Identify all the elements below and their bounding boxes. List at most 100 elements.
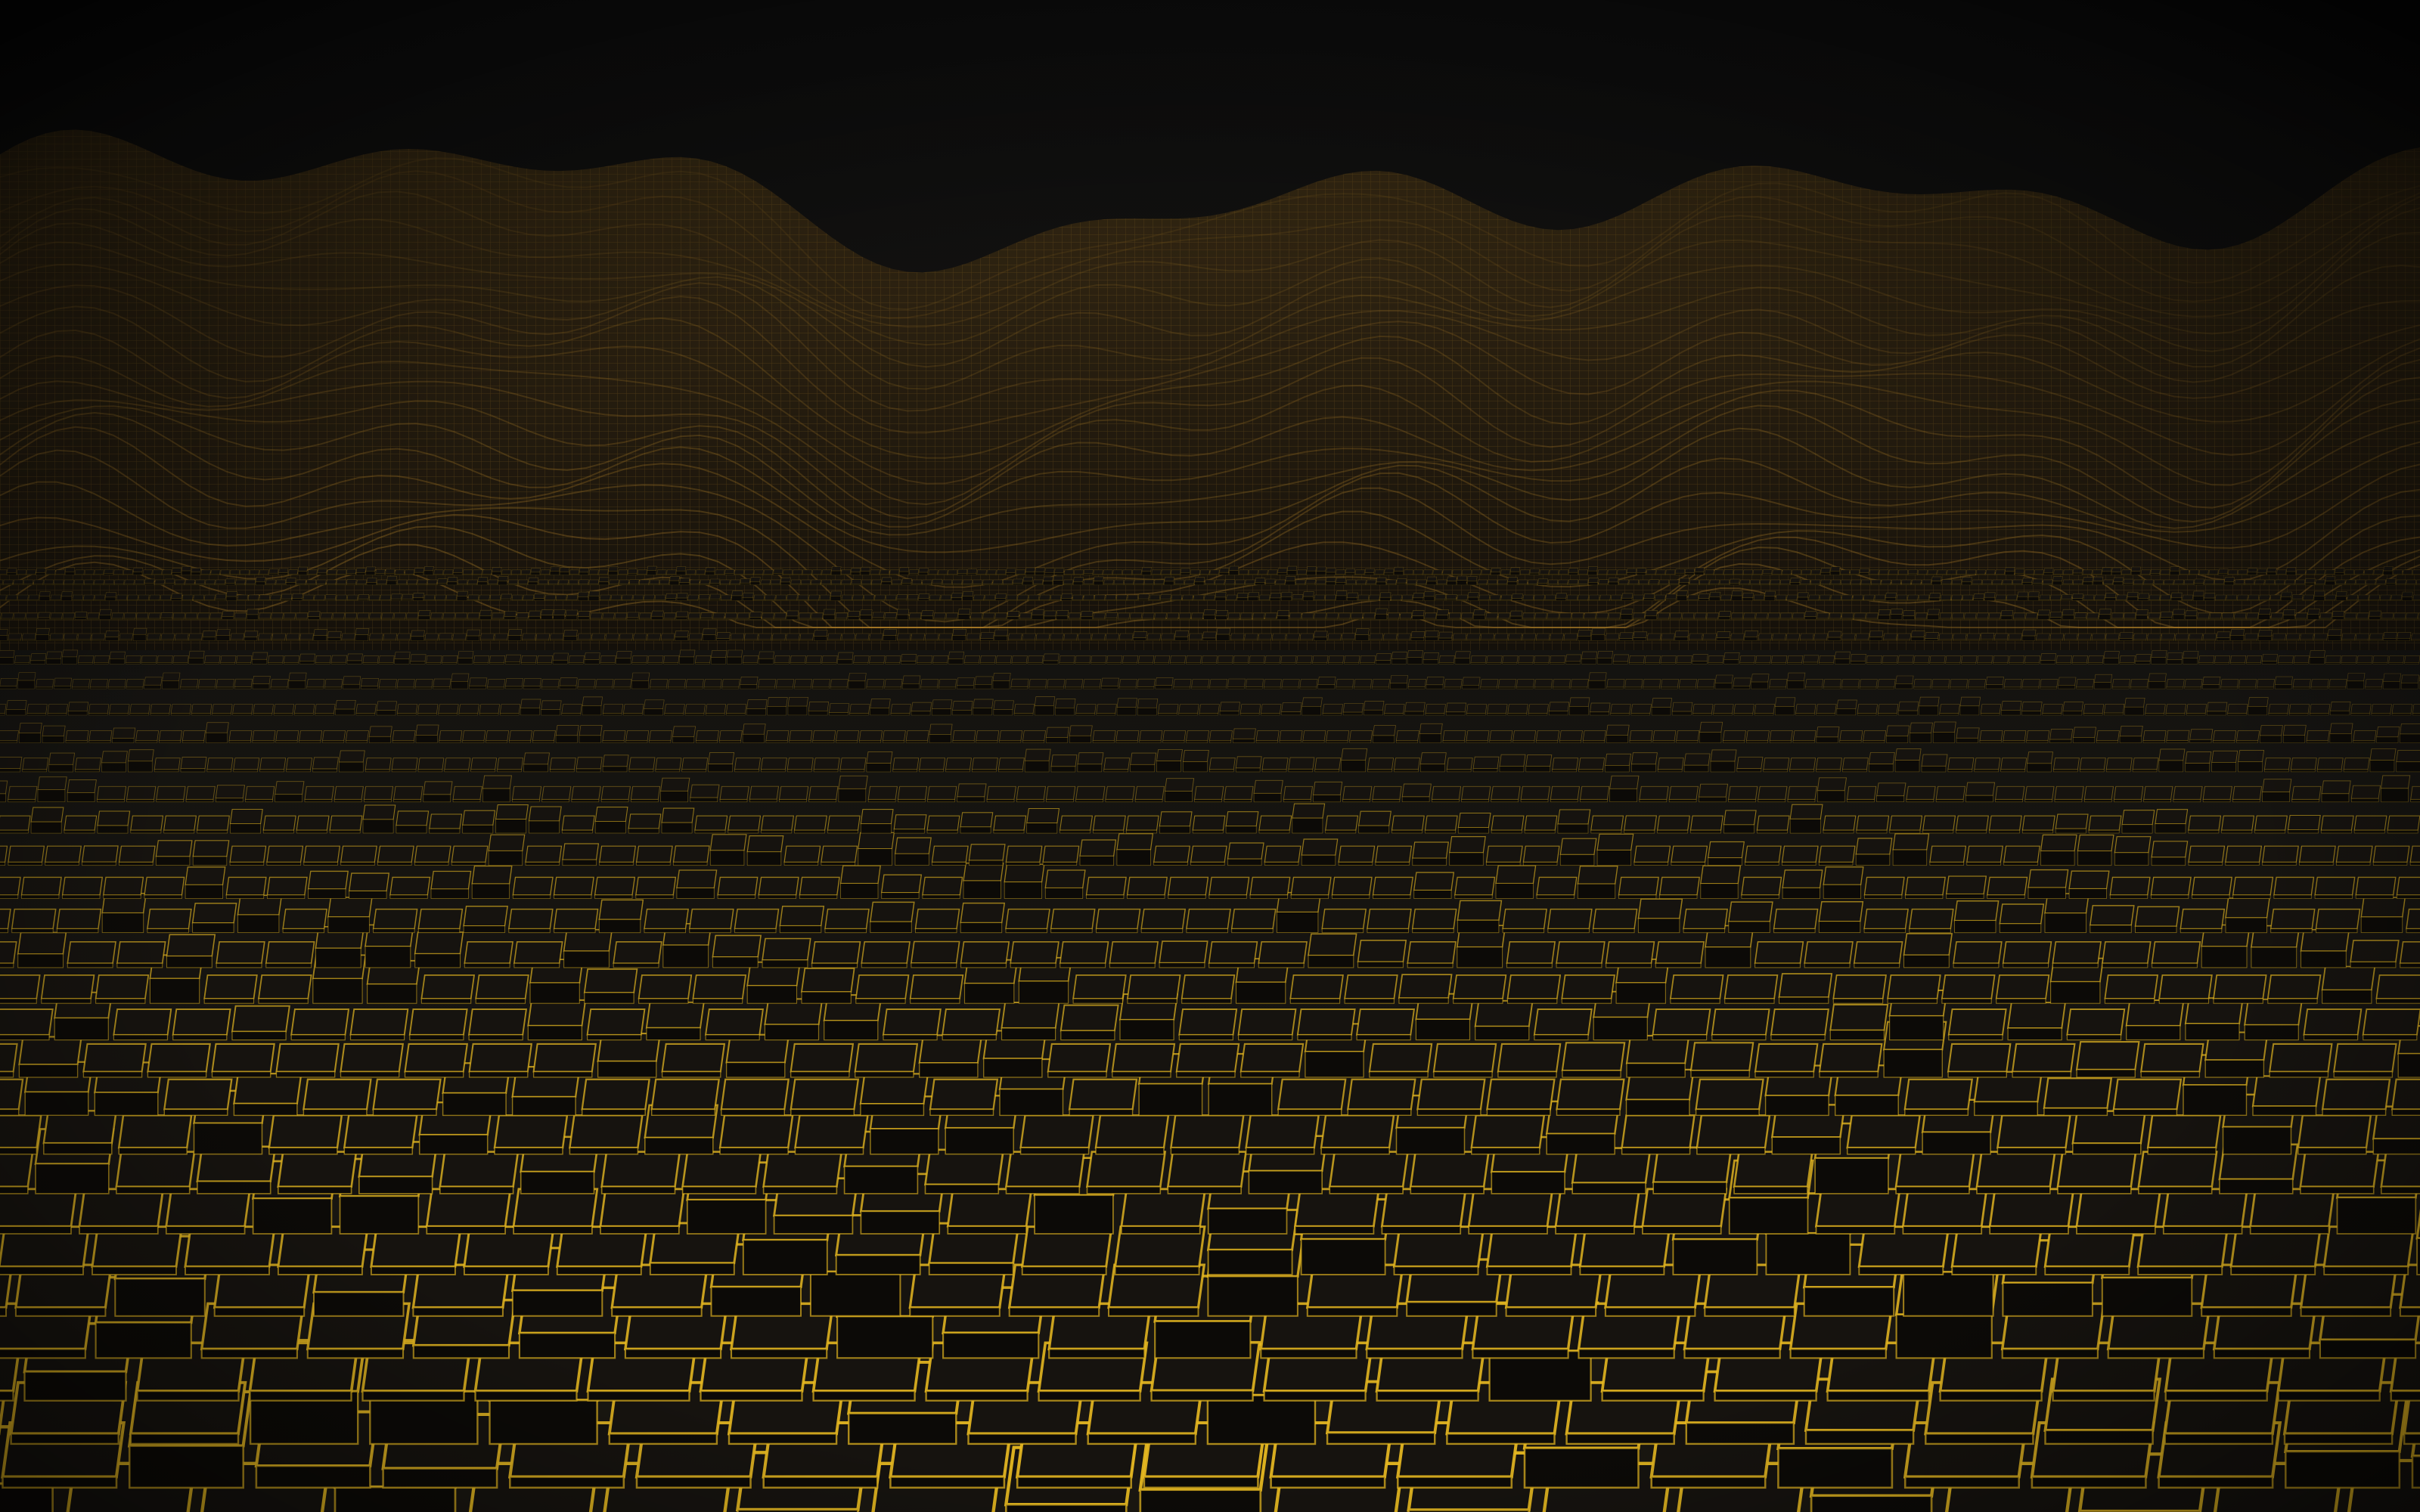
- cube-front: [1263, 686, 1281, 689]
- cube-top: [327, 631, 342, 638]
- cube-front: [650, 686, 667, 689]
- cube-top: [442, 612, 455, 619]
- cube-front: [2277, 662, 2293, 665]
- cube-front: [1105, 799, 1134, 803]
- cube-front: [1207, 1275, 1298, 1317]
- cube-top: [1105, 612, 1118, 618]
- cube-front: [2404, 662, 2420, 665]
- cube-front: [1007, 616, 1019, 620]
- cube-top: [1072, 974, 1127, 999]
- cube-top: [1035, 633, 1050, 640]
- cube-front: [1921, 766, 1947, 773]
- cube-front: [1341, 760, 1366, 773]
- cube-front: [721, 1108, 786, 1117]
- cube-top: [2103, 651, 2120, 659]
- cube-front: [2124, 706, 2144, 716]
- cube-top: [1182, 749, 1209, 763]
- cube-top: [1556, 593, 1567, 599]
- cube-front: [437, 583, 447, 585]
- cube-top: [1069, 725, 1093, 736]
- cube-top: [396, 810, 430, 826]
- cube-front: [1758, 799, 1786, 803]
- cube-top: [639, 579, 650, 585]
- cube-top: [1264, 655, 1281, 663]
- cube-top: [993, 700, 1014, 711]
- cube-front: [1046, 737, 1068, 743]
- cube-top: [94, 594, 106, 600]
- cube-front: [1445, 711, 1466, 716]
- cube-top: [2162, 1188, 2249, 1228]
- cube-top: [1072, 594, 1084, 600]
- cube-front: [119, 639, 132, 641]
- cube-front: [308, 616, 320, 620]
- cube-front: [1713, 713, 1733, 716]
- cube-top: [1571, 612, 1584, 619]
- cube-top: [2391, 594, 2403, 600]
- cube-top: [2133, 633, 2148, 640]
- cube-front: [578, 616, 590, 620]
- cube-top: [742, 655, 759, 663]
- cube-front: [675, 637, 688, 641]
- cube-front: [872, 617, 884, 620]
- cube-front: [88, 713, 108, 716]
- cube-front: [1581, 658, 1596, 665]
- cube-top: [712, 612, 725, 619]
- cube-front: [1951, 618, 1964, 620]
- cube-top: [1407, 679, 1426, 688]
- cube-front: [1426, 684, 1444, 689]
- cube-top: [1710, 749, 1737, 762]
- cube-front: [1878, 615, 1890, 620]
- cube-front: [344, 618, 357, 620]
- cube-front: [709, 599, 721, 601]
- cube-front: [349, 1034, 405, 1041]
- cube-front: [1818, 921, 1861, 934]
- cube-front: [628, 769, 654, 773]
- cube-front: [1507, 713, 1527, 716]
- cube-front: [2248, 706, 2267, 716]
- cube-top: [1525, 754, 1553, 767]
- cube-top: [992, 673, 1011, 682]
- cube-front: [370, 1266, 456, 1275]
- cube-top: [946, 1188, 1033, 1228]
- cube-top: [1961, 655, 1978, 663]
- cube-front: [62, 618, 75, 620]
- cube-front: [2072, 1142, 2142, 1155]
- cube-top: [1412, 841, 1449, 859]
- cube-top: [252, 730, 276, 742]
- cube-front: [1633, 637, 1646, 641]
- cube-top: [1288, 757, 1315, 770]
- cube-top: [1364, 701, 1385, 711]
- cube-front: [2138, 598, 2149, 601]
- cube-front: [684, 713, 705, 716]
- cube-front: [2007, 1027, 2062, 1041]
- cube-top: [1634, 845, 1671, 863]
- cube-top: [1444, 679, 1463, 688]
- cube-front: [1369, 1070, 1429, 1078]
- cube-top: [901, 654, 917, 662]
- cube-front: [2142, 740, 2165, 743]
- cube-top: [1277, 610, 1290, 617]
- cube-top: [1938, 633, 1953, 640]
- cube-front: [942, 584, 952, 586]
- cube-front: [270, 686, 288, 689]
- cube-front: [1705, 947, 1751, 968]
- cube-front: [372, 1108, 437, 1117]
- cube-front: [22, 769, 47, 773]
- cube-top: [404, 1043, 469, 1073]
- cube-front: [1042, 862, 1078, 866]
- cube-top: [672, 726, 697, 737]
- cube-front: [426, 1225, 506, 1235]
- cube-front: [1079, 855, 1114, 866]
- cube-front: [2012, 1070, 2071, 1078]
- cube-top: [2329, 723, 2353, 734]
- cube-top: [2142, 730, 2167, 742]
- cube-front: [1480, 639, 1494, 641]
- cube-front: [520, 708, 540, 716]
- cube-top: [1688, 633, 1703, 640]
- cube-front: [1763, 769, 1788, 773]
- cube-top: [270, 679, 289, 688]
- cube-front: [252, 659, 267, 665]
- cube-front: [162, 680, 179, 689]
- cube-top: [552, 652, 569, 661]
- cube-front: [2309, 657, 2325, 665]
